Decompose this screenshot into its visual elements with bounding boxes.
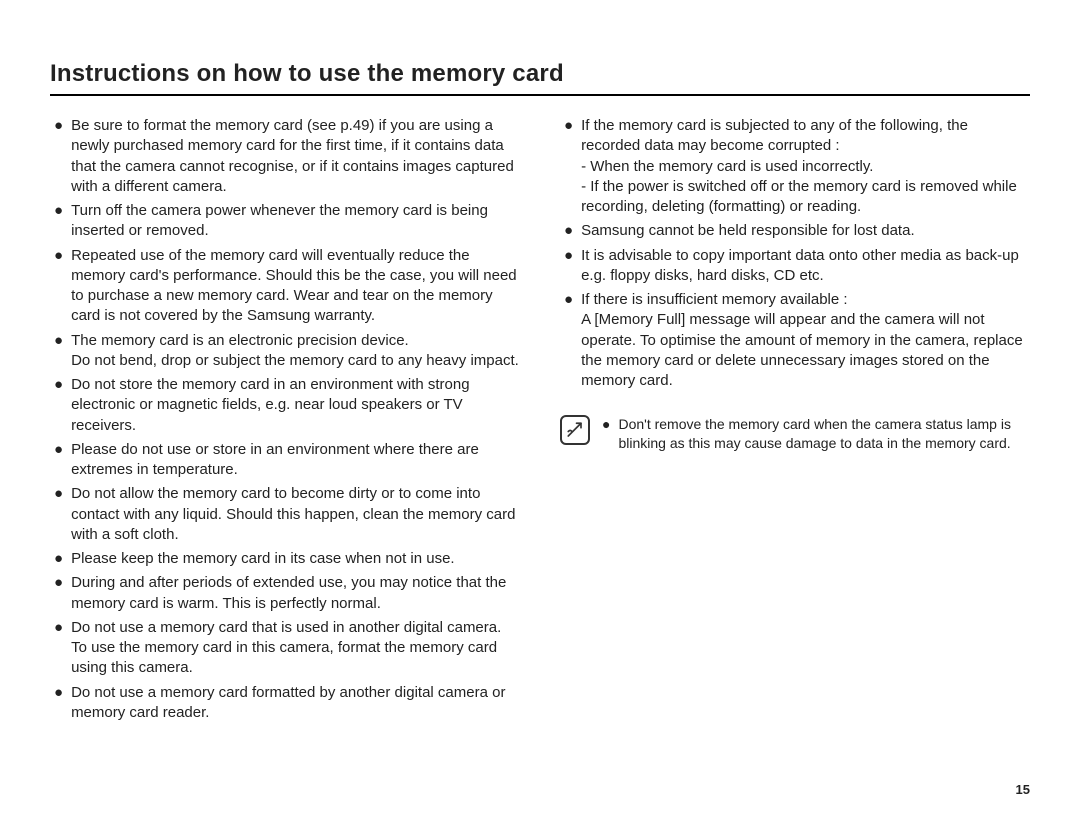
list-item: ● If the memory card is subjected to any… [560,116,1030,217]
bullet-dot: ● [50,618,71,679]
note-box: ● Don't remove the memory card when the … [560,415,1030,457]
bullet-dot: ● [50,116,71,197]
bullet-dot: ● [560,246,581,287]
list-item: ●During and after periods of extended us… [50,573,520,614]
bullet-text: Samsung cannot be held responsible for l… [581,221,1030,241]
bullet-text: Do not use a memory card that is used in… [71,618,520,679]
list-item: ●Do not use a memory card formatted by a… [50,683,520,724]
bullet-dot: ● [50,246,71,327]
page-number: 15 [1016,782,1030,797]
bullet-dot: ● [598,415,618,453]
list-item: ●Please keep the memory card in its case… [50,549,520,569]
bullet-text: Do not store the memory card in an envir… [71,375,520,436]
left-column: ●Be sure to format the memory card (see … [50,116,520,727]
bullet-text: Turn off the camera power whenever the m… [71,201,520,242]
page-title: Instructions on how to use the memory ca… [50,60,1030,96]
bullet-text: Do not allow the memory card to become d… [71,484,520,545]
list-item: ●Please do not use or store in an enviro… [50,440,520,481]
bullet-dot: ● [50,484,71,545]
list-item: ●Turn off the camera power whenever the … [50,201,520,242]
note-content: ● Don't remove the memory card when the … [598,415,1030,457]
bullet-dot: ● [50,683,71,724]
bullet-text: The memory card is an electronic precisi… [71,331,520,372]
list-item: ●Samsung cannot be held responsible for … [560,221,1030,241]
list-item: ● Don't remove the memory card when the … [598,415,1030,453]
bullet-dot: ● [50,440,71,481]
list-item: ●It is advisable to copy important data … [560,246,1030,287]
bullet-dot: ● [560,290,581,391]
bullet-text: Don't remove the memory card when the ca… [618,415,1030,453]
content-columns: ●Be sure to format the memory card (see … [50,116,1030,727]
bullet-text: Be sure to format the memory card (see p… [71,116,520,197]
bullet-text: It is advisable to copy important data o… [581,246,1030,287]
list-item: ●The memory card is an electronic precis… [50,331,520,372]
bullet-dot: ● [560,221,581,241]
note-icon [560,415,590,445]
bullet-dot: ● [50,375,71,436]
bullet-text: During and after periods of extended use… [71,573,520,614]
manual-page: Instructions on how to use the memory ca… [0,0,1080,757]
list-item: ●Be sure to format the memory card (see … [50,116,520,197]
bullet-text: Please do not use or store in an environ… [71,440,520,481]
bullet-dot: ● [50,331,71,372]
bullet-text: If the memory card is subjected to any o… [581,116,1030,217]
bullet-dot: ● [50,573,71,614]
bullet-dot: ● [50,201,71,242]
bullet-main: If the memory card is subjected to any o… [581,117,968,154]
list-item: ●Do not allow the memory card to become … [50,484,520,545]
bullet-text: Please keep the memory card in its case … [71,549,520,569]
sub-line: - If the power is switched off or the me… [581,177,1030,218]
bullet-text: Do not use a memory card formatted by an… [71,683,520,724]
bullet-text: If there is insufficient memory availabl… [581,290,1030,391]
sub-line: - When the memory card is used incorrect… [581,157,1030,177]
bullet-text: Repeated use of the memory card will eve… [71,246,520,327]
right-column: ● If the memory card is subjected to any… [560,116,1030,727]
list-item: ●If there is insufficient memory availab… [560,290,1030,391]
bullet-dot: ● [560,116,581,217]
list-item: ●Repeated use of the memory card will ev… [50,246,520,327]
list-item: ●Do not use a memory card that is used i… [50,618,520,679]
list-item: ●Do not store the memory card in an envi… [50,375,520,436]
bullet-dot: ● [50,549,71,569]
